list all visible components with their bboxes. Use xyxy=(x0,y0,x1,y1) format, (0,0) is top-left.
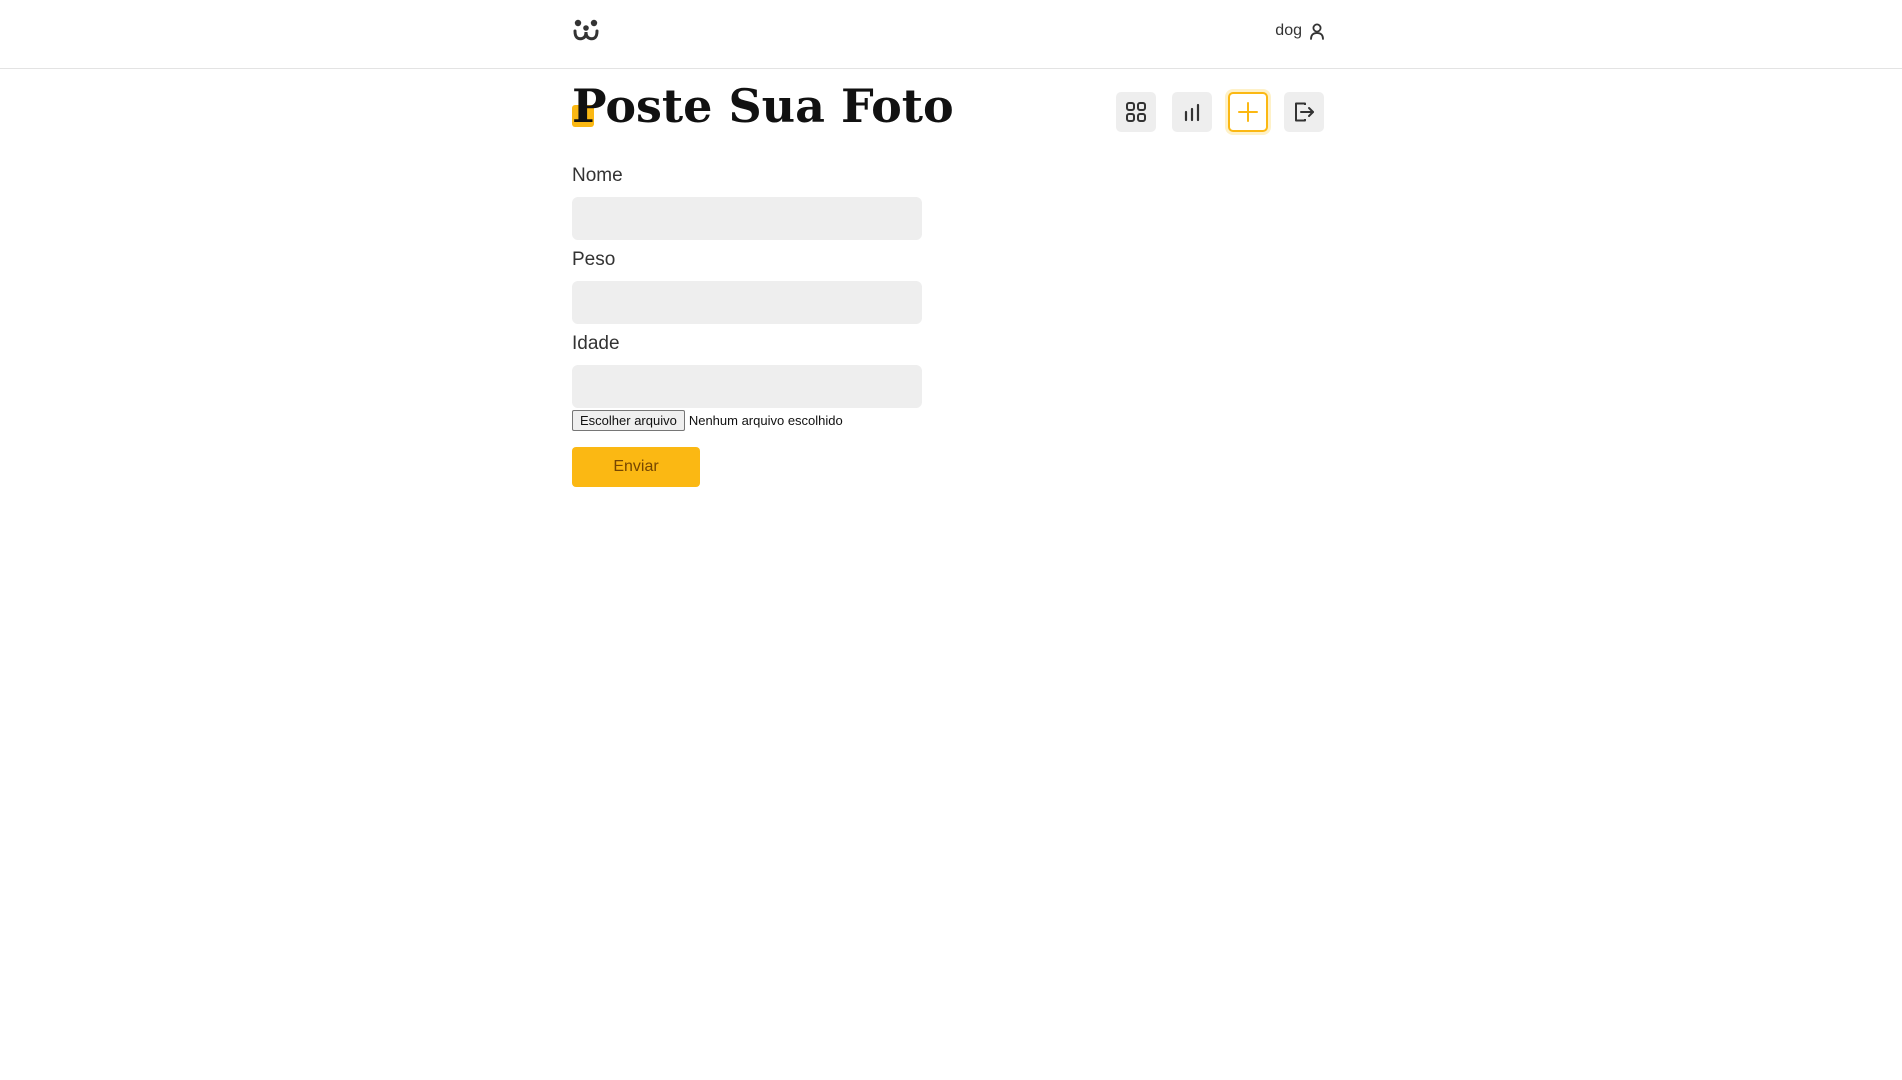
file-upload-row: Escolher arquivo Nenhum arquivo escolhid… xyxy=(572,409,922,431)
idade-input[interactable] xyxy=(572,365,922,408)
nav-logout-button[interactable] xyxy=(1284,92,1324,132)
nav-post-button[interactable] xyxy=(1228,92,1268,132)
post-photo-form: Nome Peso Idade Escolher arquivo Nenhum … xyxy=(572,165,922,487)
nome-input[interactable] xyxy=(572,197,922,240)
main-content: Poste Sua Foto Nome Peso Idade Escolher … xyxy=(572,69,1324,487)
submit-button[interactable]: Enviar xyxy=(572,447,700,487)
nome-label: Nome xyxy=(572,165,623,186)
grid-icon xyxy=(1126,102,1146,122)
logout-icon xyxy=(1295,102,1314,122)
plus-icon xyxy=(1238,102,1258,122)
peso-input[interactable] xyxy=(572,281,922,324)
user-nav xyxy=(1116,92,1324,132)
home-logo-link[interactable] xyxy=(572,18,600,44)
user-icon xyxy=(1310,23,1324,40)
page-title: Poste Sua Foto xyxy=(572,79,954,133)
peso-label: Peso xyxy=(572,249,616,270)
header-container: dog xyxy=(572,0,1324,68)
nav-stats-button[interactable] xyxy=(1172,92,1212,132)
bar-chart-icon xyxy=(1184,103,1200,122)
dog-face-icon xyxy=(573,19,599,41)
nav-feed-button[interactable] xyxy=(1116,92,1156,132)
username-label: dog xyxy=(1275,22,1302,39)
title-row: Poste Sua Foto xyxy=(572,69,1324,169)
site-header: dog xyxy=(0,0,1902,69)
file-status-text: Nenhum arquivo escolhido xyxy=(688,412,843,428)
choose-file-button[interactable]: Escolher arquivo xyxy=(572,409,685,431)
idade-label: Idade xyxy=(572,333,620,354)
user-account-link[interactable]: dog xyxy=(1275,20,1324,42)
